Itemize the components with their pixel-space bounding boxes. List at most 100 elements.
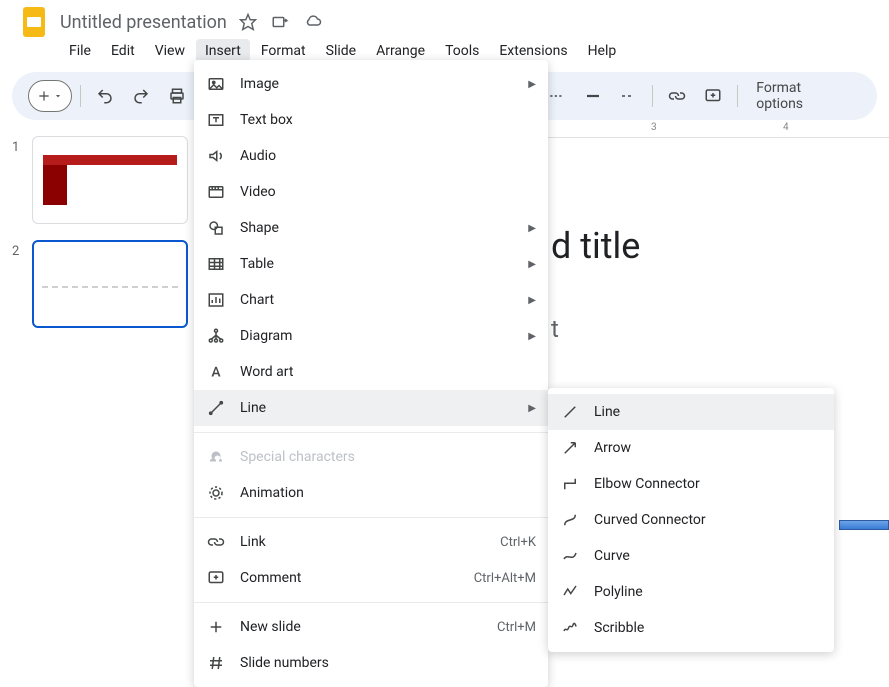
insert-table[interactable]: Table ▶ [194, 246, 548, 282]
audio-icon [206, 146, 226, 166]
submenu-arrow-icon: ▶ [528, 259, 536, 270]
menu-item-label: Curve [594, 548, 822, 564]
menu-item-label: Text box [240, 112, 536, 128]
chart-icon [206, 290, 226, 310]
insert-animation[interactable]: Animation [194, 475, 548, 511]
arrow-icon [560, 438, 580, 458]
insert-line[interactable]: Line ▶ [194, 390, 548, 426]
menu-item-label: Video [240, 184, 536, 200]
menu-item-label: Audio [240, 148, 536, 164]
insert-shape[interactable]: Shape ▶ [194, 210, 548, 246]
insert-text-box[interactable]: Text box [194, 102, 548, 138]
shortcut-text: Ctrl+Alt+M [474, 571, 536, 586]
insert-comment-button[interactable] [697, 80, 729, 112]
menu-item-label: Shape [240, 220, 514, 236]
submenu-arrow-icon: ▶ [528, 331, 536, 342]
menu-item-label: Table [240, 256, 514, 272]
diagram-icon [206, 326, 226, 346]
thumb-number: 2 [12, 240, 32, 259]
menu-item-label: Animation [240, 485, 536, 501]
insert-audio[interactable]: Audio [194, 138, 548, 174]
curve-icon [560, 546, 580, 566]
polyline-icon [560, 582, 580, 602]
slide-subtitle-text: t [551, 315, 559, 343]
menu-item-label: Line [240, 400, 514, 416]
submenu-arrow-icon: ▶ [528, 223, 536, 234]
menu-view[interactable]: View [146, 39, 194, 63]
separator [194, 517, 548, 518]
shape-icon [206, 218, 226, 238]
redo-button[interactable] [125, 80, 157, 112]
submenu-arrow-icon: ▶ [528, 79, 536, 90]
slide-thumbnail[interactable] [32, 240, 188, 328]
insert-slide-numbers[interactable]: Slide numbers [194, 645, 548, 681]
separator [80, 85, 81, 107]
line-dash-button[interactable] [613, 80, 645, 112]
slide-title-text: d title [551, 225, 640, 267]
menu-item-label: Arrow [594, 440, 822, 456]
link-icon [206, 532, 226, 552]
shortcut-text: Ctrl+M [497, 620, 536, 635]
insert-special-characters: Special characters [194, 439, 548, 475]
menu-item-label: Special characters [240, 449, 536, 465]
submenu-arrow-icon: ▶ [528, 403, 536, 414]
cloud-status-icon[interactable] [303, 13, 323, 31]
menu-item-label: Elbow Connector [594, 476, 822, 492]
textbox-icon [206, 110, 226, 130]
line-arrow[interactable]: Arrow [548, 430, 834, 466]
menu-item-label: Diagram [240, 328, 514, 344]
insert-new-slide[interactable]: New slideCtrl+M [194, 609, 548, 645]
print-button[interactable] [161, 80, 193, 112]
insert-link-button[interactable] [661, 80, 693, 112]
line-scribble[interactable]: Scribble [548, 610, 834, 646]
insert-menu-dropdown: Image ▶ Text box Audio Video Shape ▶ Table ▶ Char… [194, 60, 548, 687]
animation-icon [206, 483, 226, 503]
scribble-icon [560, 618, 580, 638]
document-title[interactable]: Untitled presentation [60, 12, 227, 33]
insert-image[interactable]: Image ▶ [194, 66, 548, 102]
menu-edit[interactable]: Edit [102, 39, 144, 63]
menu-item-label: Scribble [594, 620, 822, 636]
format-options-button[interactable]: Format options [746, 76, 861, 116]
line-curve[interactable]: Curve [548, 538, 834, 574]
insert-comment[interactable]: Comment Ctrl+Alt+M [194, 560, 548, 596]
slide-thumbnail[interactable] [32, 136, 188, 224]
line-plain-icon [560, 402, 580, 422]
insert-chart[interactable]: Chart▶ [194, 282, 548, 318]
separator [652, 85, 653, 107]
ruler-tick: 3 [651, 122, 657, 133]
slides-logo[interactable] [16, 4, 52, 40]
line-elbow-connector[interactable]: Elbow Connector [548, 466, 834, 502]
new-slide-button[interactable] [28, 80, 72, 112]
elbow-icon [560, 474, 580, 494]
insert-link[interactable]: Link Ctrl+K [194, 524, 548, 560]
shortcut-text: Ctrl+K [500, 535, 536, 550]
line-weight-button[interactable] [577, 80, 609, 112]
move-icon[interactable] [271, 13, 289, 31]
separator [194, 602, 548, 603]
undo-button[interactable] [89, 80, 121, 112]
menu-item-label: Image [240, 76, 514, 92]
menu-item-label: Link [240, 534, 486, 550]
plus-icon [206, 617, 226, 637]
line-curved-connector[interactable]: Curved Connector [548, 502, 834, 538]
menu-item-label: Line [594, 404, 822, 420]
menu-item-label: Chart [240, 292, 514, 308]
slide-element[interactable] [839, 520, 889, 530]
menu-item-label: Comment [240, 570, 460, 586]
insert-word-art[interactable]: Word art [194, 354, 548, 390]
menu-help[interactable]: Help [579, 39, 626, 63]
star-icon[interactable] [239, 13, 257, 31]
image-icon [206, 74, 226, 94]
insert-video[interactable]: Video [194, 174, 548, 210]
menu-file[interactable]: File [60, 39, 100, 63]
wordart-icon [206, 362, 226, 382]
line-submenu-dropdown: Line Arrow Elbow Connector Curved Connector… [548, 388, 834, 652]
insert-diagram[interactable]: Diagram ▶ [194, 318, 548, 354]
line-polyline[interactable]: Polyline [548, 574, 834, 610]
menu-item-label: Word art [240, 364, 536, 380]
video-icon [206, 182, 226, 202]
line-line[interactable]: Line [548, 394, 834, 430]
separator [194, 432, 548, 433]
comment-icon [206, 568, 226, 588]
